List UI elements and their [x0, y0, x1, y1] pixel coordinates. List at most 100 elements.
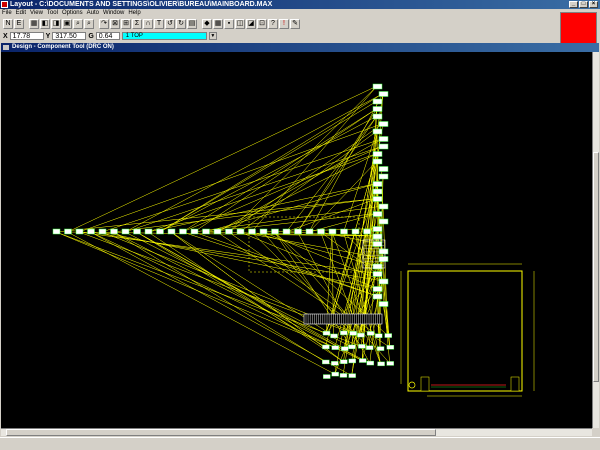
toolbar-button-0[interactable]: N — [3, 19, 13, 29]
menu-auto[interactable]: Auto — [87, 9, 99, 17]
vertical-scroll-thumb[interactable] — [593, 152, 599, 382]
layer-select[interactable]: 1 TOP — [121, 32, 207, 40]
component[interactable] — [179, 228, 187, 235]
ic-package[interactable] — [303, 313, 383, 325]
component[interactable] — [75, 228, 84, 235]
component[interactable] — [87, 228, 95, 235]
component[interactable] — [357, 332, 365, 338]
component[interactable] — [372, 241, 383, 247]
component[interactable] — [133, 228, 141, 235]
toolbar-button-14[interactable]: ↺ — [165, 19, 175, 29]
component[interactable] — [351, 228, 360, 235]
menu-view[interactable]: View — [30, 9, 43, 17]
component[interactable] — [372, 181, 383, 187]
toolbar-button-6[interactable]: ⌕ — [73, 19, 83, 29]
component[interactable] — [378, 203, 389, 210]
horizontal-scroll-thumb[interactable] — [6, 429, 436, 436]
component[interactable] — [372, 158, 383, 165]
menu-help[interactable]: Help — [128, 9, 140, 17]
component[interactable] — [144, 228, 153, 235]
close-button[interactable]: × — [589, 1, 598, 8]
component[interactable] — [328, 228, 337, 235]
component[interactable] — [372, 83, 383, 90]
app-icon[interactable] — [1, 1, 8, 8]
component[interactable] — [282, 228, 291, 235]
component[interactable] — [348, 373, 356, 378]
component[interactable] — [339, 373, 348, 378]
component[interactable] — [225, 228, 233, 235]
component[interactable] — [372, 113, 383, 120]
component[interactable] — [378, 136, 389, 142]
component[interactable] — [372, 233, 383, 240]
component[interactable] — [375, 333, 383, 338]
component[interactable] — [248, 228, 256, 235]
component[interactable] — [359, 358, 367, 363]
component[interactable] — [121, 228, 130, 235]
component[interactable] — [349, 331, 357, 336]
component[interactable] — [378, 301, 389, 307]
component[interactable] — [372, 128, 383, 135]
component[interactable] — [378, 166, 389, 172]
component[interactable] — [331, 371, 339, 377]
toolbar-button-20[interactable]: ◫ — [235, 19, 245, 29]
component[interactable] — [64, 228, 72, 235]
component[interactable] — [366, 331, 375, 336]
component[interactable] — [340, 330, 348, 336]
toolbar-button-23[interactable]: ? — [268, 19, 278, 29]
component[interactable] — [294, 228, 302, 235]
component[interactable] — [305, 228, 314, 235]
component[interactable] — [372, 211, 383, 217]
component[interactable] — [376, 346, 385, 351]
component[interactable] — [372, 196, 383, 202]
component[interactable] — [378, 248, 389, 255]
menu-file[interactable]: File — [2, 9, 12, 17]
component[interactable] — [322, 330, 331, 336]
component[interactable] — [378, 173, 389, 180]
maximize-button[interactable]: □ — [579, 1, 588, 8]
color-indicator[interactable] — [560, 12, 597, 44]
component[interactable] — [331, 345, 340, 350]
component[interactable] — [378, 218, 389, 225]
horizontal-scrollbar[interactable] — [1, 428, 592, 436]
component[interactable] — [372, 293, 383, 300]
component[interactable] — [378, 121, 389, 127]
component[interactable] — [372, 151, 383, 157]
component[interactable] — [378, 256, 389, 262]
component[interactable] — [386, 345, 395, 350]
component[interactable] — [330, 333, 338, 339]
toolbar-button-5[interactable]: ▣ — [62, 19, 72, 29]
component[interactable] — [384, 333, 392, 338]
toolbar-button-2[interactable]: ▦ — [29, 19, 39, 29]
toolbar-button-12[interactable]: ∩ — [143, 19, 153, 29]
component[interactable] — [202, 228, 210, 235]
component[interactable] — [259, 228, 268, 235]
toolbar-button-9[interactable]: ⊠ — [110, 19, 120, 29]
component[interactable] — [156, 228, 164, 235]
toolbar-button-18[interactable]: ▦ — [213, 19, 223, 29]
component[interactable] — [348, 358, 356, 364]
component[interactable] — [377, 361, 385, 367]
toolbar-button-17[interactable]: ◆ — [202, 19, 212, 29]
component[interactable] — [271, 228, 279, 235]
component[interactable] — [358, 344, 366, 349]
toolbar-button-4[interactable]: ◨ — [51, 19, 61, 29]
toolbar-button-24[interactable]: ! — [279, 19, 289, 29]
component[interactable] — [366, 360, 375, 366]
minimize-button[interactable]: _ — [569, 1, 578, 8]
component[interactable] — [372, 271, 383, 277]
component[interactable] — [372, 286, 383, 292]
pcb-layout[interactable] — [1, 52, 592, 428]
toolbar-button-25[interactable]: ✎ — [290, 19, 300, 29]
toolbar-button-11[interactable]: Σ — [132, 19, 142, 29]
component[interactable] — [341, 346, 349, 351]
component[interactable] — [167, 228, 176, 235]
component[interactable] — [365, 345, 374, 350]
toolbar-button-15[interactable]: ↻ — [176, 19, 186, 29]
component[interactable] — [386, 361, 394, 366]
component[interactable] — [378, 143, 389, 150]
component[interactable] — [363, 228, 371, 235]
toolbar-button-3[interactable]: ◧ — [40, 19, 50, 29]
vertical-scrollbar[interactable] — [592, 52, 599, 428]
menu-edit[interactable]: Edit — [16, 9, 26, 17]
component[interactable] — [317, 228, 325, 235]
